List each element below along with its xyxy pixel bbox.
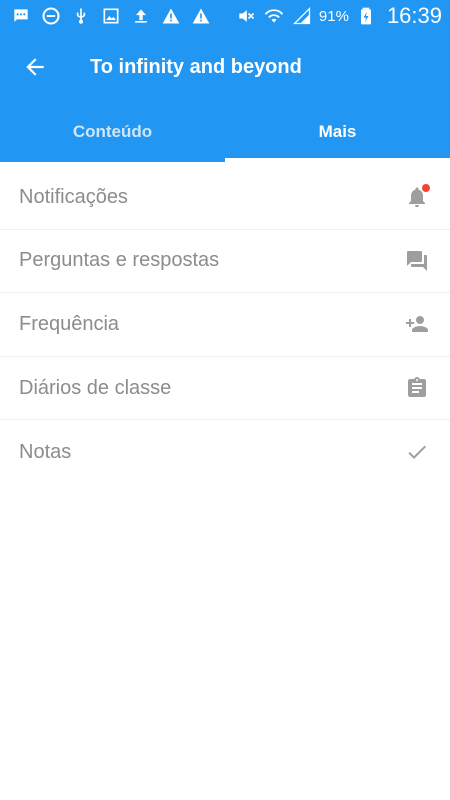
menu-item-label: Perguntas e respostas xyxy=(19,249,220,272)
usb-icon xyxy=(70,5,92,27)
tab-indicator xyxy=(225,158,450,162)
menu-item-frequencia[interactable]: Frequência xyxy=(0,293,450,357)
tab-bar: Conteúdo Mais xyxy=(0,102,450,162)
menu-item-perguntas[interactable]: Perguntas e respostas xyxy=(0,230,450,294)
menu-item-notas[interactable]: Notas xyxy=(0,420,450,484)
bell-icon xyxy=(404,184,430,210)
menu-item-diarios[interactable]: Diários de classe xyxy=(0,357,450,421)
back-button[interactable] xyxy=(0,32,70,102)
upload-icon xyxy=(130,5,152,27)
menu-item-label: Notas xyxy=(19,440,72,463)
app-bar: To infinity and beyond xyxy=(0,32,450,102)
wifi-icon xyxy=(263,5,285,27)
chat-icon xyxy=(10,5,32,27)
page-title: To infinity and beyond xyxy=(90,55,302,78)
image-icon xyxy=(100,5,122,27)
status-left-icons xyxy=(10,5,212,27)
forum-icon xyxy=(404,248,430,274)
clock: 16:39 xyxy=(386,3,442,28)
tab-label: Mais xyxy=(318,122,357,141)
status-bar: 91% 16:39 xyxy=(0,0,450,32)
warning-icon xyxy=(190,5,212,27)
menu-item-notificacoes[interactable]: Notificações xyxy=(0,166,450,230)
battery-percent: 91% xyxy=(318,7,349,25)
menu-item-label: Diários de classe xyxy=(19,376,172,399)
battery-icon xyxy=(355,5,377,27)
check-icon xyxy=(404,439,430,465)
menu-list: Notificações Perguntas e respostas Frequ… xyxy=(0,166,450,484)
status-right-icons: 91% 16:39 xyxy=(235,3,442,29)
mute-icon xyxy=(235,5,257,27)
tab-label: Conteúdo xyxy=(72,122,153,141)
signal-icon xyxy=(291,5,313,27)
person-add-icon xyxy=(404,311,430,337)
arrow-back-icon xyxy=(22,54,48,80)
menu-item-label: Frequência xyxy=(19,312,120,335)
clipboard-icon xyxy=(404,375,430,401)
block-icon xyxy=(40,5,62,27)
menu-item-label: Notificações xyxy=(19,185,128,208)
warning-icon xyxy=(160,5,182,27)
tab-mais[interactable]: Mais xyxy=(225,102,450,162)
tab-conteudo[interactable]: Conteúdo xyxy=(0,102,225,162)
